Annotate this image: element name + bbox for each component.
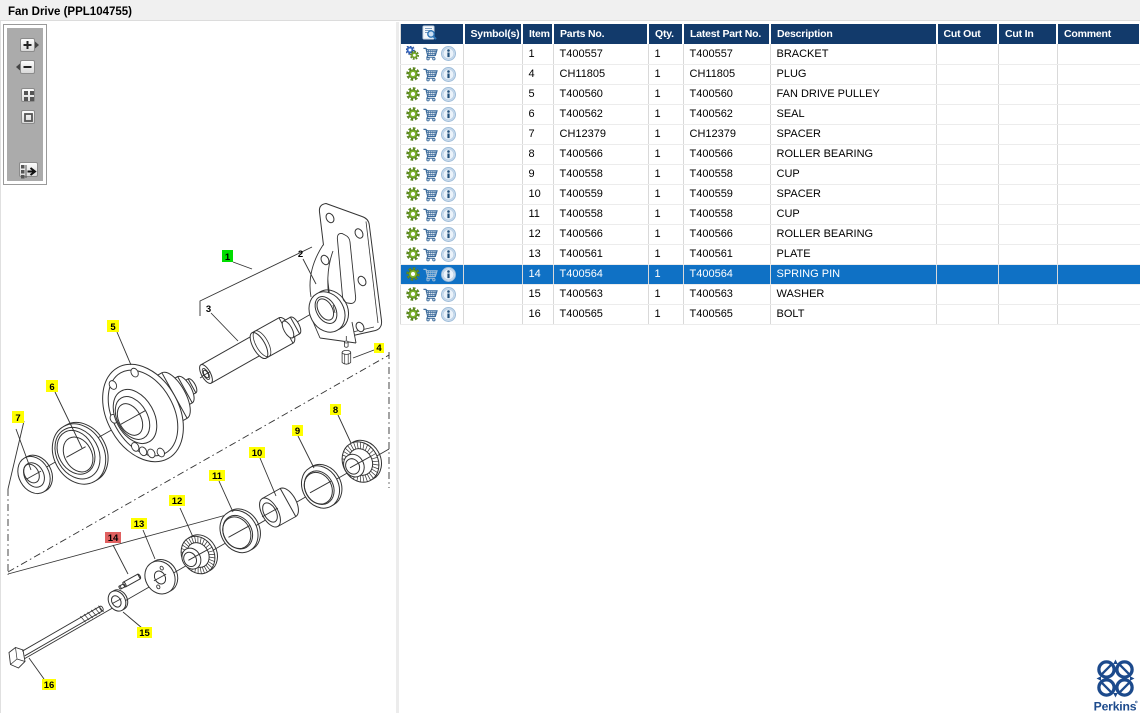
svg-text:4: 4 <box>376 343 382 354</box>
svg-text:8: 8 <box>333 405 338 416</box>
svg-text:9: 9 <box>295 426 300 437</box>
svg-text:Perkins: Perkins <box>1094 700 1137 713</box>
svg-text:6: 6 <box>49 382 54 393</box>
svg-text:13: 13 <box>134 519 145 530</box>
svg-text:14: 14 <box>108 533 119 544</box>
svg-text:15: 15 <box>139 628 150 639</box>
svg-text:1: 1 <box>225 252 231 263</box>
svg-text:11: 11 <box>212 471 223 482</box>
svg-text:5: 5 <box>110 322 116 333</box>
svg-text:16: 16 <box>44 680 55 691</box>
svg-text:7: 7 <box>15 413 20 424</box>
svg-text:10: 10 <box>252 448 263 459</box>
svg-text:2: 2 <box>298 249 303 260</box>
svg-text:12: 12 <box>172 496 183 507</box>
svg-text:3: 3 <box>206 304 211 315</box>
